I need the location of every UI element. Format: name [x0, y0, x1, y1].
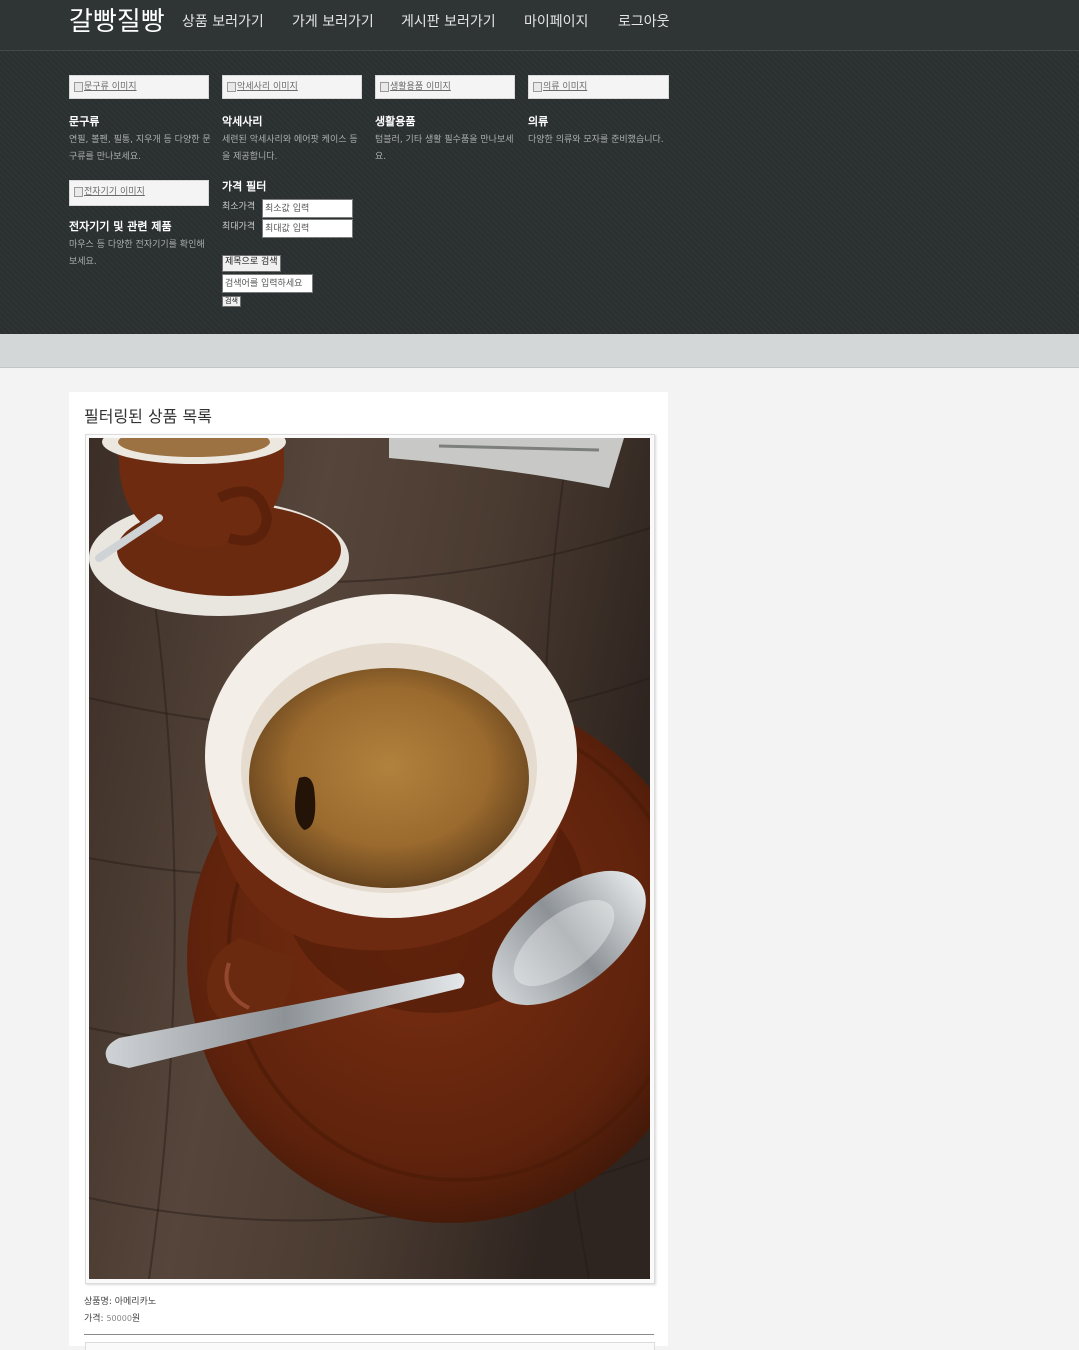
product-price-line: 가격: 50000원 [84, 1313, 140, 1325]
product-price-label: 가격: [84, 1314, 104, 1324]
product-name-line: 상품명: 아메리카노 [84, 1296, 156, 1308]
max-price-input[interactable] [262, 219, 353, 238]
product-image-frame[interactable] [85, 434, 655, 1284]
product-price: 50000 [106, 1314, 132, 1323]
product-divider [84, 1334, 654, 1335]
search-input[interactable] [222, 274, 313, 293]
category-panel: 문구류 이미지 문구류 연필, 볼펜, 필통, 지우개 등 다양한 문구류를 만… [0, 51, 1079, 334]
product-name: 아메리카노 [114, 1297, 157, 1307]
category-title-stationery: 문구류 [69, 115, 100, 128]
category-image-alt: 악세사리 이미지 [237, 82, 298, 92]
max-price-label: 최대가격 [222, 222, 256, 232]
min-price-label: 최소가격 [222, 202, 256, 212]
category-image-stationery[interactable]: 문구류 이미지 [69, 75, 209, 99]
broken-image-icon [380, 81, 389, 92]
broken-image-icon [533, 81, 542, 92]
brand-logo[interactable]: 갈빵질빵 [69, 4, 165, 40]
category-image-accessories[interactable]: 악세사리 이미지 [222, 75, 362, 99]
product-photo [89, 438, 650, 1279]
category-image-alt: 생활용품 이미지 [390, 82, 451, 92]
next-product-image-frame[interactable] [85, 1342, 655, 1350]
filtered-products-card: 필터링된 상품 목록 상품명: 아메리카노 가격: 50000원 [69, 392, 668, 1350]
category-title-accessories: 악세사리 [222, 115, 263, 128]
category-image-clothing[interactable]: 의류 이미지 [528, 75, 669, 99]
search-button[interactable]: 검색 [222, 296, 241, 307]
product-price-unit: 원 [131, 1314, 141, 1324]
nav-link-mypage[interactable]: 마이페이지 [524, 12, 588, 32]
category-image-alt: 전자기기 이미지 [84, 187, 145, 197]
nav-link-logout[interactable]: 로그아웃 [618, 12, 670, 32]
broken-image-icon [74, 186, 83, 197]
category-title-electronics: 전자기기 및 관련 제품 [69, 220, 172, 233]
category-image-electronics[interactable]: 전자기기 이미지 [69, 180, 209, 206]
price-filter-title: 가격 필터 [222, 180, 267, 193]
broken-image-icon [74, 81, 83, 92]
category-title-clothing: 의류 [528, 115, 549, 128]
category-title-household: 생활용품 [375, 115, 416, 128]
nav-link-products[interactable]: 상품 보러가기 [182, 12, 264, 32]
nav-link-stores[interactable]: 가게 보러가기 [292, 12, 374, 32]
category-desc-electronics: 마우스 등 다양한 전자기기를 확인해보세요. [69, 240, 205, 267]
category-desc-clothing: 다양한 의류와 모자를 준비했습니다. [528, 135, 664, 145]
title-search-button[interactable]: 제목으로 검색 [222, 255, 281, 272]
nav-link-board[interactable]: 게시판 보러가기 [401, 12, 496, 32]
top-navbar: 갈빵질빵 상품 보러가기 가게 보러가기 게시판 보러가기 마이페이지 로그아웃 [0, 0, 1079, 51]
category-image-alt: 의류 이미지 [543, 82, 588, 92]
category-desc-accessories: 세련된 악세사리와 에어팟 케이스 등을 제공합니다. [222, 135, 358, 162]
broken-image-icon [227, 81, 236, 92]
filtered-products-heading: 필터링된 상품 목록 [84, 407, 212, 426]
section-divider-band [0, 334, 1079, 368]
category-image-alt: 문구류 이미지 [84, 82, 137, 92]
min-price-input[interactable] [262, 199, 353, 218]
product-name-label: 상품명: [84, 1297, 112, 1307]
category-desc-household: 텀블러, 기타 생활 필수품을 만나보세요. [375, 135, 514, 162]
category-desc-stationery: 연필, 볼펜, 필통, 지우개 등 다양한 문구류를 만나보세요. [69, 135, 211, 162]
category-image-household[interactable]: 생활용품 이미지 [375, 75, 515, 99]
